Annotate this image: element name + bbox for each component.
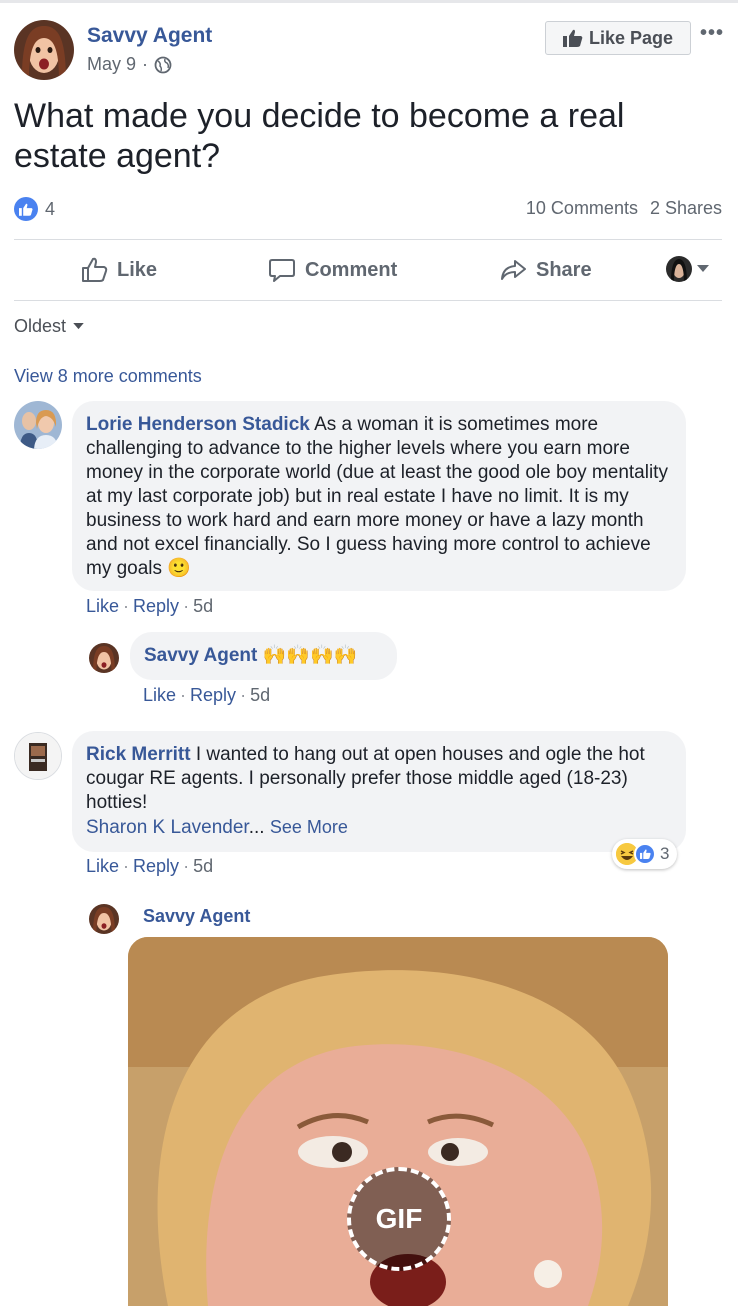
mentioned-user[interactable]: Sharon K Lavender [86,817,249,838]
comment-time[interactable]: 5d [193,856,213,876]
comment-reply-link[interactable]: Reply [133,856,179,876]
post-author-name[interactable]: Savvy Agent [87,24,212,48]
comment-reply-link[interactable]: Reply [133,596,179,616]
chevron-down-icon [73,323,84,330]
comment-time[interactable]: 5d [193,596,213,616]
sort-label: Oldest [14,316,67,336]
reaction-summary[interactable]: 4 [14,197,55,221]
comment-text: As a woman it is sometimes more challeng… [86,414,668,579]
reply-bubble: Savvy Agent 🙌🙌🙌🙌 [130,632,397,680]
engagement-counts: 10 Comments 2 Shares [526,198,722,219]
post-meta: May 9 · [87,54,172,75]
comment-reactions[interactable]: 3 [612,839,678,869]
reply-avatar[interactable] [89,643,119,673]
comment-author[interactable]: Lorie Henderson Stadick [86,414,310,435]
like-label: Like [117,258,158,281]
comments-count-link[interactable]: 10 Comments [526,198,638,219]
top-border [0,0,738,3]
thumbs-up-icon [82,257,108,282]
post-as-selector[interactable] [666,256,709,282]
post-action-bar: Like Comment Share [14,240,722,300]
comment-actions: Like · Reply · 5d [86,596,214,616]
comment-button[interactable]: Comment [268,240,397,300]
reply-actions: Like · Reply · 5d [143,685,271,705]
reply-author[interactable]: Savvy Agent [143,906,250,927]
viewer-avatar [666,256,692,282]
share-icon [501,260,526,280]
like-reaction-icon [14,197,38,221]
comment-actions: Like · Reply · 5d [86,856,214,876]
like-page-button[interactable]: Like Page [545,21,691,55]
shares-count-link[interactable]: 2 Shares [650,198,722,219]
commenter-avatar[interactable] [14,401,62,449]
like-button[interactable]: Like [80,240,157,300]
reply-author[interactable]: Savvy Agent [144,645,257,666]
commenter-avatar[interactable] [14,732,62,780]
smile-emoji: 🙂 [167,558,191,579]
comment-author[interactable]: Rick Merritt [86,744,191,765]
comment-label: Comment [305,258,398,281]
thumbs-up-icon [562,29,583,47]
comment-reaction-count: 3 [660,844,670,863]
chevron-down-icon [697,265,709,272]
like-page-label: Like Page [588,27,674,48]
view-more-comments-link[interactable]: View 8 more comments [14,366,202,387]
comment-bubble: Rick Merritt I wanted to hang out at ope… [72,731,686,852]
post-text: What made you decide to become a real es… [14,97,625,175]
post-date[interactable]: May 9 [87,54,136,75]
like-reaction-icon [634,843,656,865]
comment-bubble: Lorie Henderson Stadick As a woman it is… [72,401,686,591]
meta-separator: · [142,54,149,74]
author-avatar[interactable] [14,20,74,80]
reply-time[interactable]: 5d [250,685,270,705]
share-label: Share [536,258,592,281]
share-button[interactable]: Share [499,240,592,300]
comment-ellipsis: ... [248,817,265,838]
comment-like-link[interactable]: Like [86,856,119,876]
comment-like-link[interactable]: Like [86,596,119,616]
reply-avatar[interactable] [89,904,119,934]
reply-reply-link[interactable]: Reply [190,685,236,705]
gif-play-button[interactable]: GIF [347,1167,451,1271]
reply-text: 🙌🙌🙌🙌 [262,645,358,666]
reaction-count: 4 [45,198,56,219]
comment-icon [269,259,295,282]
comment-sort-dropdown[interactable]: Oldest [14,316,84,337]
more-options-icon[interactable]: ••• [700,22,724,45]
reply-like-link[interactable]: Like [143,685,176,705]
divider [14,300,722,301]
globe-icon [154,56,172,73]
see-more-link[interactable]: See More [270,817,348,837]
